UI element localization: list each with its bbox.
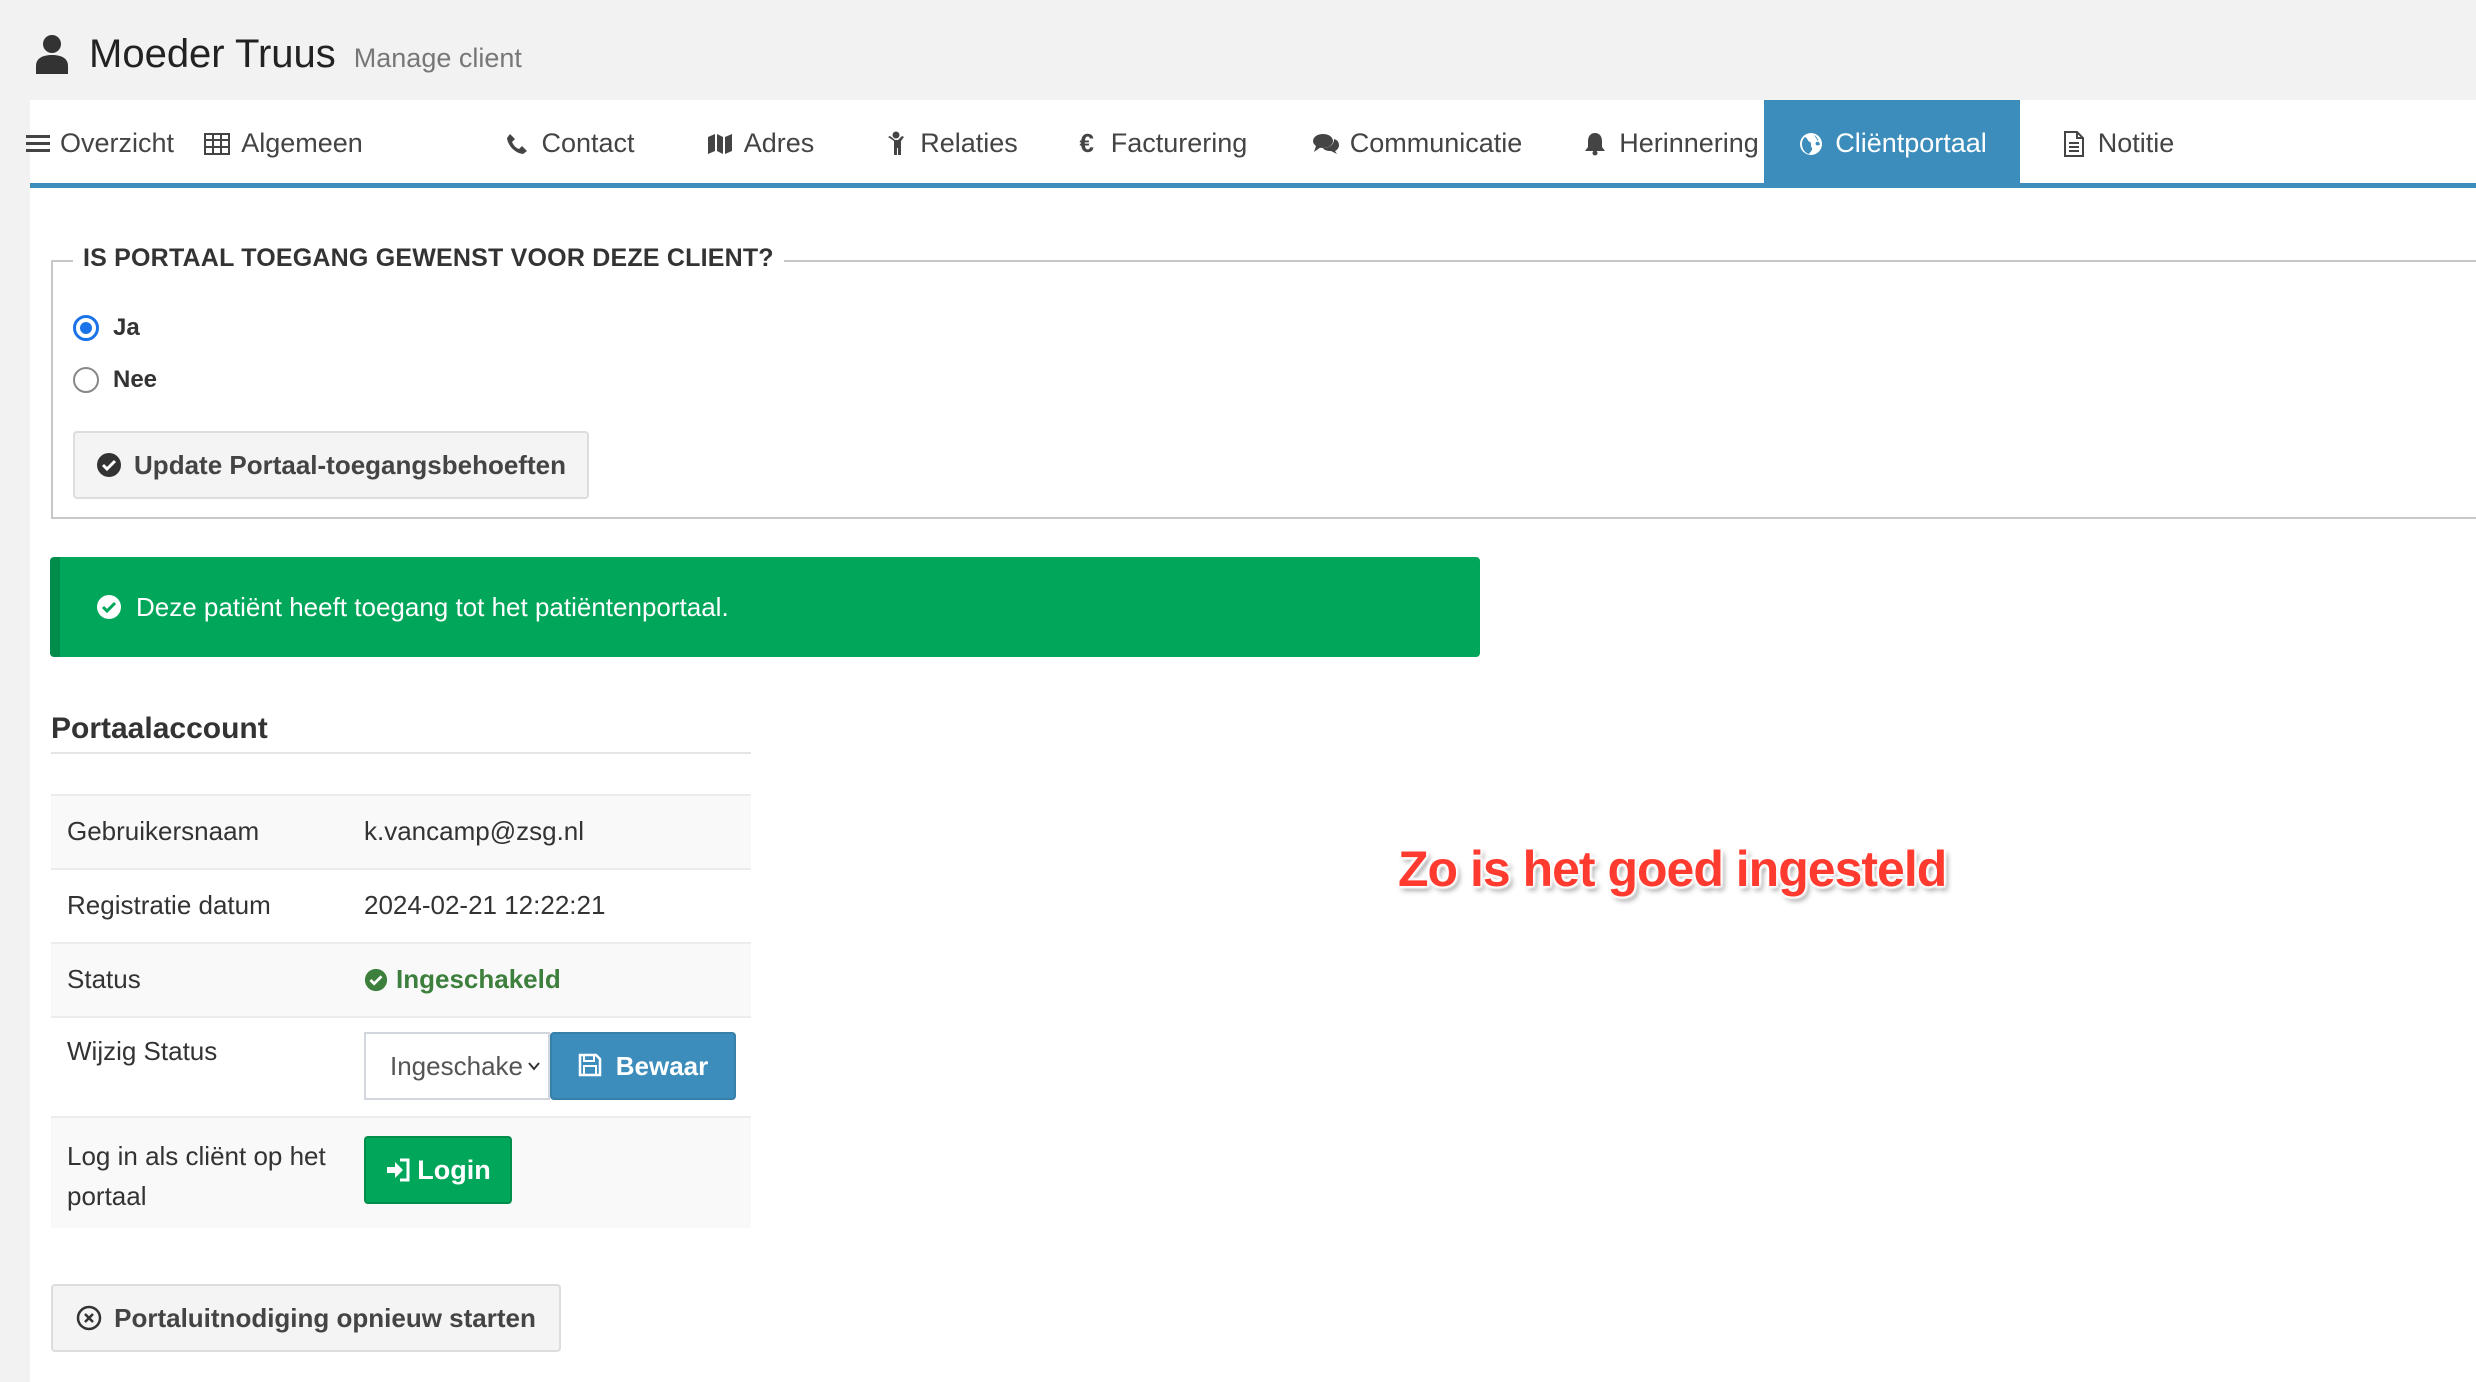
tab-clientportaal[interactable]: Cliëntportaal — [1764, 100, 2020, 187]
client-name: Moeder Truus — [89, 31, 336, 76]
table-row: Wijzig Status Ingeschake Bewaar — [51, 1016, 751, 1116]
tab-communicatie[interactable]: Communicatie — [1286, 100, 1548, 187]
tab-label: Adres — [743, 128, 815, 158]
check-circle-icon — [96, 452, 122, 478]
tab-overzicht[interactable]: Overzicht — [25, 100, 174, 187]
radio-label: Nee — [113, 366, 158, 393]
page-subtitle: Manage client — [353, 42, 522, 73]
alert-message: Deze patiënt heeft toegang tot het patië… — [136, 591, 729, 622]
tab-label: Communicatie — [1349, 128, 1523, 158]
check-circle-icon — [364, 968, 388, 992]
change-status-label: Wijzig Status — [67, 1036, 218, 1066]
tab-label: Overzicht — [59, 128, 175, 158]
username-label: Gebruikersnaam — [67, 816, 260, 846]
login-button[interactable]: Login — [364, 1136, 512, 1204]
table-row: Registratie datum 2024-02-21 12:22:21 — [51, 868, 751, 942]
registration-date-label: Registratie datum — [67, 890, 271, 920]
tab-label: Algemeen — [241, 128, 363, 158]
status-text: Ingeschakeld — [396, 964, 561, 994]
page-header: Moeder Truus Manage client — [35, 28, 522, 80]
radio-option-ja[interactable]: Ja — [73, 314, 140, 342]
tab-notitie[interactable]: Notitie — [2040, 100, 2194, 187]
tab-herinnering[interactable]: Herinnering — [1560, 100, 1780, 187]
tab-label: Herinnering — [1619, 128, 1759, 158]
tab-facturering[interactable]: € Facturering — [1050, 100, 1270, 187]
portal-access-question: IS PORTAAL TOEGANG GEWENST VOOR DEZE CLI… — [73, 244, 784, 273]
check-circle-icon — [96, 594, 122, 620]
tab-algemeen[interactable]: Algemeen — [170, 100, 396, 187]
tab-label: Cliëntportaal — [1835, 128, 1987, 158]
table-icon — [203, 130, 231, 158]
client-panel: Overzicht Algemeen Contact Adres Relatie… — [25, 100, 2476, 1382]
status-label: Status — [67, 964, 141, 994]
table-row: Log in als cliënt op het portaal Login — [51, 1116, 751, 1228]
radio-button-ja[interactable] — [73, 315, 99, 341]
tab-relaties[interactable]: Relaties — [860, 100, 1040, 187]
tab-label: Facturering — [1110, 128, 1248, 158]
annotation-text: Zo is het goed ingesteld — [1398, 841, 1947, 897]
bars-icon — [25, 130, 50, 158]
tab-bar: Overzicht Algemeen Contact Adres Relatie… — [25, 100, 2476, 188]
table-row: Status Ingeschakeld — [51, 942, 751, 1016]
tab-label: Contact — [541, 128, 635, 158]
euro-icon: € — [1079, 128, 1094, 158]
status-select[interactable]: Ingeschake — [364, 1032, 550, 1100]
globe-icon — [1797, 130, 1825, 158]
button-label: Login — [417, 1154, 491, 1185]
update-portal-access-button[interactable]: Update Portaal-toegangsbehoeften — [73, 431, 589, 499]
tab-adres[interactable]: Adres — [680, 100, 840, 187]
tab-contact[interactable]: Contact — [476, 100, 662, 187]
button-label: Update Portaal-toegangsbehoeften — [134, 449, 566, 480]
times-circle-icon — [76, 1305, 102, 1331]
map-icon — [706, 130, 734, 158]
portal-access-alert: Deze patiënt heeft toegang tot het patië… — [50, 557, 1480, 657]
restart-portal-invite-button[interactable]: Portaluitnodiging opnieuw starten — [51, 1284, 561, 1352]
login-label-line: portaal — [67, 1181, 147, 1211]
child-icon — [882, 130, 910, 158]
username-value: k.vancamp@zsg.nl — [364, 816, 585, 846]
chevron-down-icon — [528, 1062, 540, 1071]
login-label-line: Log in als cliënt op het — [67, 1141, 326, 1171]
radio-option-nee[interactable]: Nee — [73, 366, 157, 394]
tab-label: Relaties — [920, 128, 1018, 158]
registration-date-value: 2024-02-21 12:22:21 — [364, 890, 606, 920]
bell-icon — [1581, 130, 1609, 158]
sign-in-icon — [385, 1157, 411, 1183]
table-row: Gebruikersnaam k.vancamp@zsg.nl — [51, 794, 751, 868]
tab-label: Notitie — [2097, 128, 2175, 158]
radio-label: Ja — [113, 314, 140, 341]
login-as-client-label: Log in als cliënt op het portaal — [67, 1136, 326, 1216]
portal-account-table: Gebruikersnaam k.vancamp@zsg.nl Registra… — [51, 794, 751, 1228]
status-value: Ingeschakeld — [364, 964, 561, 995]
button-label: Bewaar — [615, 1050, 709, 1081]
portal-account-title: Portaalaccount — [51, 712, 751, 754]
comments-icon — [1312, 130, 1340, 158]
save-icon — [578, 1053, 604, 1079]
button-label: Portaluitnodiging opnieuw starten — [114, 1302, 536, 1333]
phone-icon — [503, 130, 531, 158]
save-status-button[interactable]: Bewaar — [550, 1032, 736, 1100]
radio-button-nee[interactable] — [73, 367, 99, 393]
status-select-value: Ingeschake — [390, 1050, 523, 1081]
portal-access-fieldset: IS PORTAAL TOEGANG GEWENST VOOR DEZE CLI… — [51, 244, 2476, 519]
file-text-icon — [2060, 130, 2088, 158]
user-icon — [36, 35, 68, 74]
